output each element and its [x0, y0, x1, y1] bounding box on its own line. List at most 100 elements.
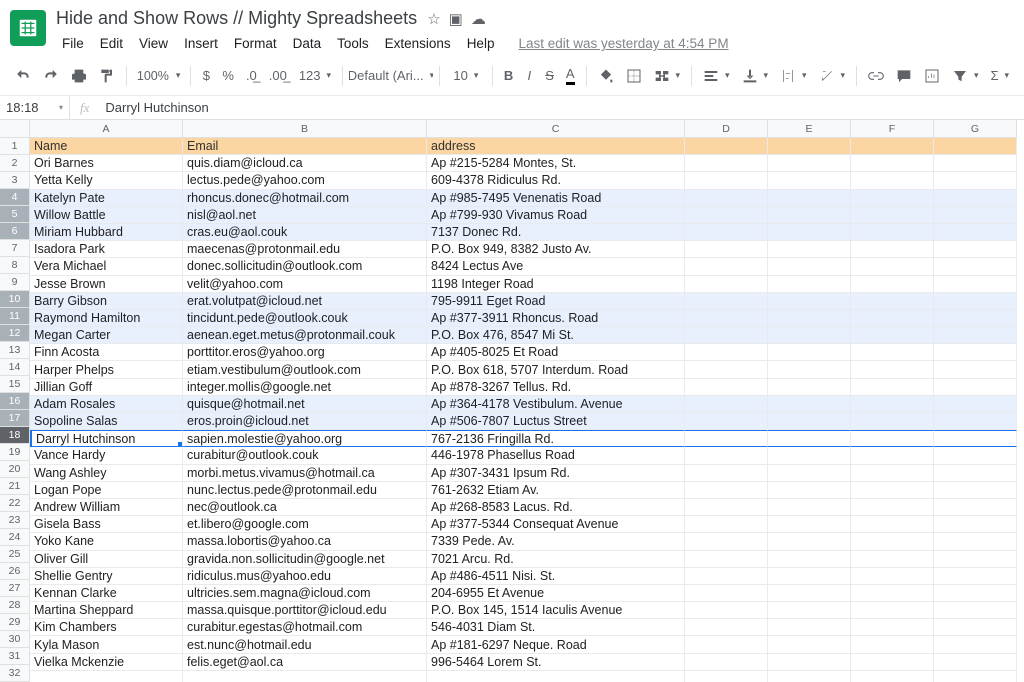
row-header[interactable]: 21	[0, 478, 30, 495]
cell[interactable]: Ap #405-8025 Et Road	[427, 344, 685, 361]
cell[interactable]	[851, 190, 934, 207]
cell[interactable]	[934, 155, 1017, 172]
row-header[interactable]: 24	[0, 529, 30, 546]
cell[interactable]: rhoncus.donec@hotmail.com	[183, 190, 427, 207]
cell[interactable]	[934, 447, 1017, 464]
row-header[interactable]: 30	[0, 631, 30, 648]
cell[interactable]	[851, 430, 934, 447]
cell[interactable]	[934, 516, 1017, 533]
header-cell[interactable]	[934, 138, 1017, 155]
cell[interactable]: Martina Sheppard	[30, 602, 183, 619]
cell[interactable]	[768, 585, 851, 602]
cell[interactable]	[851, 344, 934, 361]
cell[interactable]	[768, 413, 851, 430]
header-cell[interactable]	[851, 138, 934, 155]
cell[interactable]	[934, 327, 1017, 344]
cell[interactable]: Ap #799-930 Vivamus Road	[427, 207, 685, 224]
cell[interactable]	[851, 533, 934, 550]
cell[interactable]	[685, 499, 768, 516]
cell[interactable]	[851, 258, 934, 275]
cell[interactable]	[934, 602, 1017, 619]
cell[interactable]	[851, 293, 934, 310]
valign-icon[interactable]	[737, 64, 774, 88]
cell[interactable]: Ap #377-3911 Rhoncus. Road	[427, 310, 685, 327]
cell[interactable]	[851, 241, 934, 258]
menu-data[interactable]: Data	[287, 33, 328, 54]
cell[interactable]: Wang Ashley	[30, 465, 183, 482]
cell[interactable]: morbi.metus.vivamus@hotmail.ca	[183, 465, 427, 482]
cell[interactable]: Ap #181-6297 Neque. Road	[427, 636, 685, 653]
cell[interactable]	[851, 447, 934, 464]
wrap-icon[interactable]	[775, 64, 812, 88]
header-cell[interactable]: Name	[30, 138, 183, 155]
cell[interactable]	[768, 482, 851, 499]
menu-file[interactable]: File	[56, 33, 90, 54]
cell[interactable]	[768, 224, 851, 241]
cell[interactable]	[768, 190, 851, 207]
col-header-D[interactable]: D	[685, 120, 768, 138]
cell[interactable]: integer.mollis@google.net	[183, 379, 427, 396]
cell[interactable]	[851, 155, 934, 172]
cell[interactable]: Andrew William	[30, 499, 183, 516]
row-header[interactable]: 29	[0, 614, 30, 631]
cell[interactable]: Darryl Hutchinson	[30, 430, 183, 447]
cell[interactable]	[768, 430, 851, 447]
cell[interactable]	[768, 465, 851, 482]
cell[interactable]	[768, 636, 851, 653]
cell[interactable]	[685, 361, 768, 378]
chart-icon[interactable]	[919, 64, 945, 88]
undo-icon[interactable]	[10, 64, 36, 88]
cell[interactable]: porttitor.eros@yahoo.org	[183, 344, 427, 361]
cell[interactable]: Ap #878-3267 Tellus. Rd.	[427, 379, 685, 396]
cell[interactable]	[934, 654, 1017, 671]
cell[interactable]	[768, 379, 851, 396]
row-header[interactable]: 13	[0, 342, 30, 359]
cell[interactable]	[768, 361, 851, 378]
cell[interactable]	[934, 568, 1017, 585]
cell[interactable]	[768, 258, 851, 275]
cell[interactable]	[934, 636, 1017, 653]
cell[interactable]	[685, 327, 768, 344]
cell[interactable]	[685, 344, 768, 361]
cell[interactable]: Shellie Gentry	[30, 568, 183, 585]
cell[interactable]: Harper Phelps	[30, 361, 183, 378]
row-header[interactable]: 22	[0, 495, 30, 512]
cell[interactable]	[768, 499, 851, 516]
cell[interactable]	[851, 465, 934, 482]
menu-tools[interactable]: Tools	[331, 33, 375, 54]
cell[interactable]: Jillian Goff	[30, 379, 183, 396]
cell[interactable]: Ap #307-3431 Ipsum Rd.	[427, 465, 685, 482]
cell[interactable]	[934, 276, 1017, 293]
cloud-icon[interactable]: ☁	[471, 10, 486, 28]
cell[interactable]	[934, 499, 1017, 516]
cell[interactable]	[768, 310, 851, 327]
cell[interactable]	[768, 619, 851, 636]
paint-format-icon[interactable]	[94, 64, 120, 88]
cell[interactable]	[768, 293, 851, 310]
cell[interactable]	[685, 619, 768, 636]
col-header-A[interactable]: A	[30, 120, 183, 138]
cell[interactable]	[768, 533, 851, 550]
row-header[interactable]: 12	[0, 325, 30, 342]
cell[interactable]	[685, 465, 768, 482]
filter-icon[interactable]	[947, 64, 984, 88]
italic-icon[interactable]: I	[520, 64, 538, 87]
cell[interactable]	[685, 155, 768, 172]
cell[interactable]	[768, 516, 851, 533]
cell[interactable]: Miriam Hubbard	[30, 224, 183, 241]
cell[interactable]	[768, 276, 851, 293]
cell[interactable]	[768, 396, 851, 413]
cell[interactable]: Katelyn Pate	[30, 190, 183, 207]
cell[interactable]: Sopoline Salas	[30, 413, 183, 430]
menu-edit[interactable]: Edit	[94, 33, 129, 54]
row-header[interactable]: 26	[0, 563, 30, 580]
bold-icon[interactable]: B	[499, 64, 518, 87]
increase-decimal-icon[interactable]: .00̲	[264, 64, 292, 87]
cell[interactable]	[851, 224, 934, 241]
cell[interactable]: Ap #364-4178 Vestibulum. Avenue	[427, 396, 685, 413]
cell[interactable]: sapien.molestie@yahoo.org	[183, 430, 427, 447]
row-header[interactable]: 32	[0, 665, 30, 682]
cell[interactable]	[934, 293, 1017, 310]
cell[interactable]	[685, 241, 768, 258]
cell[interactable]: Ap #268-8583 Lacus. Rd.	[427, 499, 685, 516]
